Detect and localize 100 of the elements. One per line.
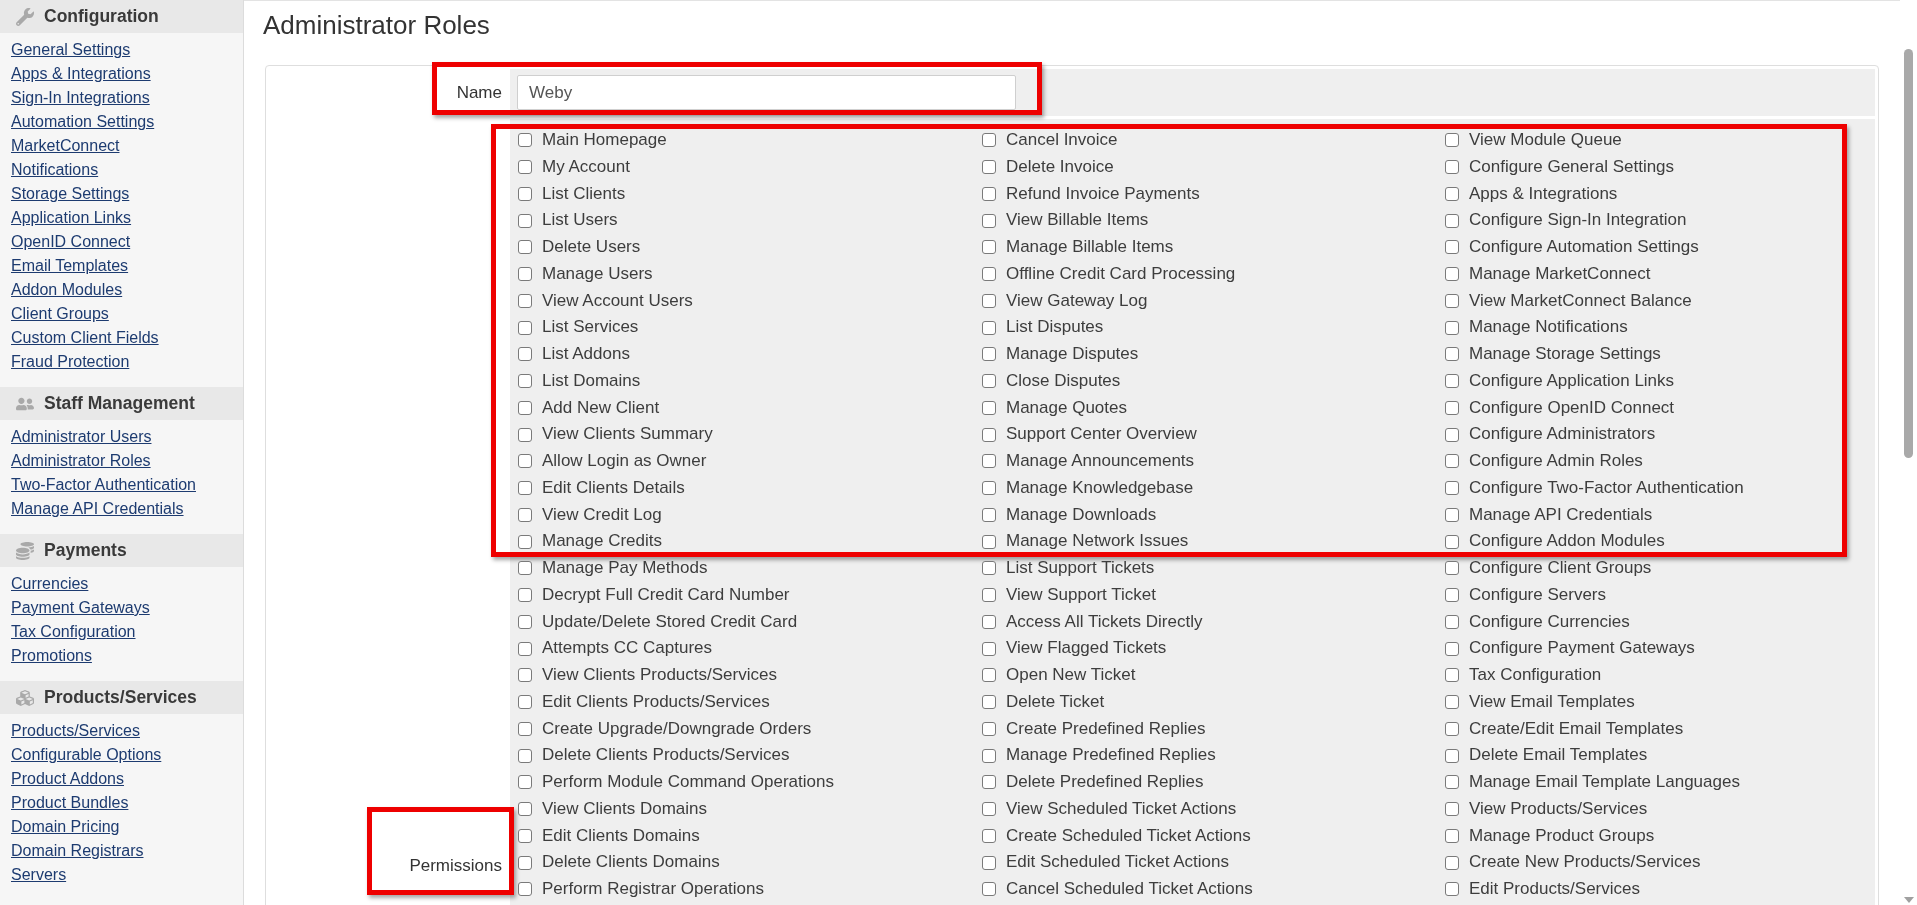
checkbox[interactable] [518, 802, 532, 817]
sidebar-link[interactable]: Currencies [11, 572, 89, 596]
sidebar-link[interactable]: Promotions [11, 644, 92, 668]
checkbox[interactable] [1445, 748, 1459, 763]
checkbox[interactable] [518, 213, 532, 228]
sidebar-link[interactable]: Configurable Options [11, 743, 162, 767]
sidebar-link[interactable]: Servers [11, 863, 67, 887]
checkbox[interactable] [1445, 347, 1459, 362]
checkbox[interactable] [1445, 534, 1459, 549]
checkbox[interactable] [982, 641, 996, 656]
checkbox[interactable] [518, 614, 532, 629]
checkbox[interactable] [982, 160, 996, 175]
checkbox[interactable] [518, 507, 532, 522]
sidebar-link[interactable]: Client Groups [11, 302, 109, 326]
checkbox[interactable] [1445, 374, 1459, 389]
checkbox[interactable] [982, 695, 996, 710]
checkbox[interactable] [518, 641, 532, 656]
checkbox[interactable] [518, 240, 532, 255]
checkbox[interactable] [1445, 882, 1459, 897]
sidebar-link[interactable]: Apps & Integrations [11, 62, 151, 86]
checkbox[interactable] [1445, 588, 1459, 603]
checkbox[interactable] [1445, 186, 1459, 201]
checkbox[interactable] [518, 320, 532, 335]
checkbox[interactable] [982, 293, 996, 308]
sidebar-link[interactable]: Automation Settings [11, 110, 155, 134]
checkbox[interactable] [982, 775, 996, 790]
checkbox[interactable] [982, 802, 996, 817]
checkbox[interactable] [1445, 668, 1459, 683]
checkbox[interactable] [982, 561, 996, 576]
checkbox[interactable] [518, 561, 532, 576]
checkbox[interactable] [1445, 507, 1459, 522]
checkbox[interactable] [518, 855, 532, 870]
sidebar-link[interactable]: Administrator Users [11, 425, 152, 449]
checkbox[interactable] [1445, 481, 1459, 496]
sidebar-link[interactable]: Notifications [11, 158, 99, 182]
sidebar-link[interactable]: Sign-In Integrations [11, 86, 150, 110]
checkbox[interactable] [1445, 213, 1459, 228]
sidebar-link[interactable]: Tax Configuration [11, 620, 136, 644]
checkbox[interactable] [518, 721, 532, 736]
checkbox[interactable] [982, 882, 996, 897]
checkbox[interactable] [982, 748, 996, 763]
sidebar-link[interactable]: Manage API Credentials [11, 497, 184, 521]
checkbox[interactable] [982, 400, 996, 415]
sidebar-link[interactable]: Addon Modules [11, 278, 123, 302]
checkbox[interactable] [982, 213, 996, 228]
checkbox[interactable] [518, 293, 532, 308]
checkbox[interactable] [1445, 240, 1459, 255]
checkbox[interactable] [518, 454, 532, 469]
checkbox[interactable] [518, 186, 532, 201]
checkbox[interactable] [982, 855, 996, 870]
checkbox[interactable] [982, 347, 996, 362]
checkbox[interactable] [1445, 721, 1459, 736]
sidebar-link[interactable]: Product Addons [11, 767, 124, 791]
name-input[interactable]: Weby [517, 75, 1016, 110]
checkbox[interactable] [982, 588, 996, 603]
checkbox[interactable] [518, 400, 532, 415]
checkbox[interactable] [518, 695, 532, 710]
checkbox[interactable] [518, 775, 532, 790]
checkbox[interactable] [1445, 400, 1459, 415]
checkbox[interactable] [982, 133, 996, 148]
sidebar-link[interactable]: Two-Factor Authentication [11, 473, 196, 497]
checkbox[interactable] [1445, 320, 1459, 335]
checkbox[interactable] [518, 374, 532, 389]
sidebar-link[interactable]: Administrator Roles [11, 449, 151, 473]
checkbox[interactable] [1445, 454, 1459, 469]
checkbox[interactable] [518, 748, 532, 763]
checkbox[interactable] [518, 534, 532, 549]
checkbox[interactable] [518, 882, 532, 897]
checkbox[interactable] [1445, 695, 1459, 710]
checkbox[interactable] [1445, 267, 1459, 282]
checkbox[interactable] [982, 721, 996, 736]
checkbox[interactable] [518, 481, 532, 496]
checkbox[interactable] [518, 160, 532, 175]
checkbox[interactable] [982, 427, 996, 442]
sidebar-link[interactable]: Application Links [11, 206, 132, 230]
sidebar-link[interactable]: Product Bundles [11, 791, 129, 815]
checkbox[interactable] [1445, 614, 1459, 629]
checkbox[interactable] [982, 374, 996, 389]
checkbox[interactable] [982, 507, 996, 522]
checkbox[interactable] [518, 267, 532, 282]
checkbox[interactable] [1445, 855, 1459, 870]
sidebar-link[interactable]: Storage Settings [11, 182, 130, 206]
checkbox[interactable] [1445, 802, 1459, 817]
sidebar-link[interactable]: General Settings [11, 38, 131, 62]
checkbox[interactable] [1445, 133, 1459, 148]
checkbox[interactable] [982, 481, 996, 496]
checkbox[interactable] [518, 427, 532, 442]
sidebar-link[interactable]: Email Templates [11, 254, 129, 278]
checkbox[interactable] [518, 588, 532, 603]
sidebar-link[interactable]: Domain Registrars [11, 839, 144, 863]
checkbox[interactable] [982, 534, 996, 549]
checkbox[interactable] [1445, 160, 1459, 175]
checkbox[interactable] [1445, 641, 1459, 656]
scrollbar-thumb[interactable] [1904, 49, 1913, 458]
checkbox[interactable] [518, 668, 532, 683]
sidebar-link[interactable]: Domain Pricing [11, 815, 120, 839]
sidebar-link[interactable]: Fraud Protection [11, 350, 130, 374]
checkbox[interactable] [982, 828, 996, 843]
sidebar-link[interactable]: Products/Services [11, 719, 140, 743]
checkbox[interactable] [982, 267, 996, 282]
